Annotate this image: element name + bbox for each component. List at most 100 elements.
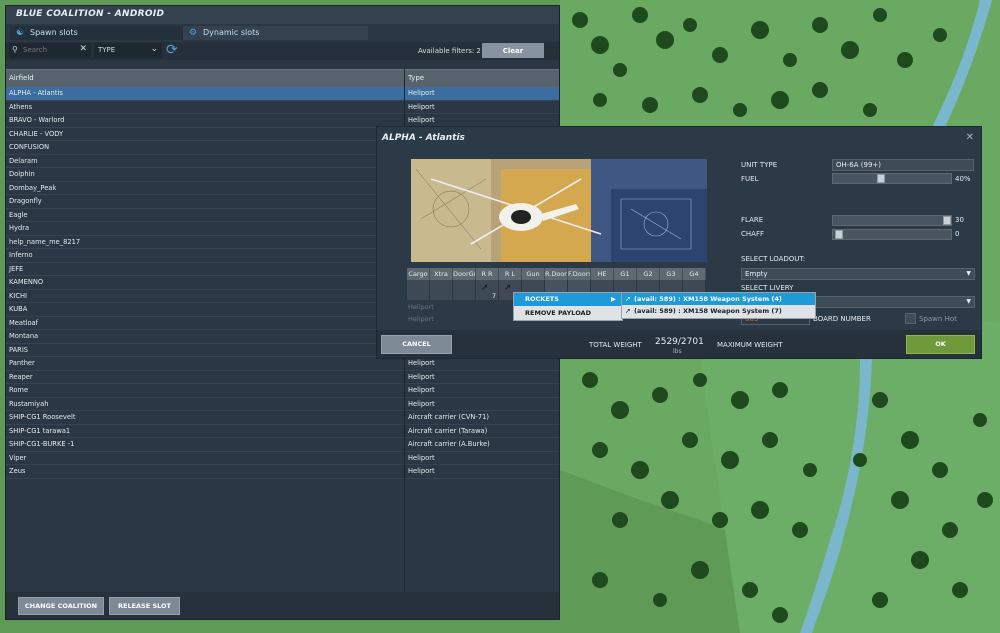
airfield-name: Hydra — [9, 224, 30, 232]
window-title: BLUE COALITION - ANDROID — [16, 9, 165, 19]
loadout-dialog: ALPHA - Atlantis ✕ CargoXtraDoorGunR R➚7… — [376, 126, 982, 359]
airfield-name: KICHI — [9, 291, 28, 300]
airfield-name: CONFUSION — [9, 143, 50, 151]
fuel-slider-thumb[interactable] — [877, 174, 885, 183]
submenu-item-xm158-7[interactable]: ➚ (avail: 589) : XM158 Weapon System (7) — [622, 305, 815, 317]
airfield-name: Inferno — [9, 251, 33, 259]
table-row[interactable]: Rome Heliport — [6, 384, 559, 398]
menu-item-rockets[interactable]: ROCKETS ▶ — [514, 293, 622, 306]
search-icon: ⚲ — [12, 45, 18, 54]
spawn-hot-checkbox[interactable] — [905, 313, 916, 324]
flare-value: 30 — [955, 216, 964, 224]
airfield-name: Panther — [9, 359, 35, 367]
select-loadout-label: SELECT LOADOUT: — [741, 255, 806, 263]
flare-slider[interactable] — [832, 215, 952, 226]
tab-label: Dynamic slots — [203, 28, 260, 37]
chaff-value: 0 — [955, 230, 960, 238]
submenu-item-xm158-4[interactable]: ➚ (avail: 589) : XM158 Weapon System (4) — [622, 293, 815, 305]
loadout-select[interactable]: Empty ▼ — [741, 268, 975, 280]
airfield-name: Dolphin — [9, 170, 35, 178]
tab-spawn-slots[interactable]: ☯ Spawn slots — [10, 26, 195, 40]
faded-row-text: Heliport — [408, 303, 434, 311]
airfield-name: CHARLIE - VODY — [9, 129, 64, 138]
tab-bar: ☯ Spawn slots ⚙ Dynamic slots — [6, 24, 559, 42]
available-filters: Available filters: 2 — [418, 47, 481, 55]
payload-context-menu: ROCKETS ▶ REMOVE PAYLOAD — [513, 292, 623, 321]
menu-item-label: ROCKETS — [525, 295, 559, 303]
airfield-name: Rustamiyah — [9, 399, 49, 408]
clear-button[interactable]: Clear — [482, 43, 544, 58]
table-row[interactable]: Viper Heliport — [6, 452, 559, 465]
chaff-label: CHAFF — [741, 230, 764, 238]
slot-header: F.Doors — [568, 268, 591, 280]
slot-header: Xtra — [430, 268, 453, 280]
cancel-button[interactable]: CANCEL — [381, 335, 452, 354]
weight-unit: lbs — [673, 348, 682, 355]
release-slot-button[interactable]: RELEASE SLOT — [109, 597, 180, 615]
airfield-type: Heliport — [408, 386, 435, 394]
slot-header: HE — [591, 268, 614, 280]
col-airfield[interactable]: Airfield — [9, 74, 34, 82]
airfield-name: BRAVO - Warlord — [9, 116, 65, 124]
table-row[interactable]: SHIP-CG1-BURKE -1 Aircraft carrier (A.Bur… — [6, 438, 559, 452]
airfield-name: JEFE — [9, 264, 24, 273]
table-row[interactable]: ALPHA - Atlantis Heliport — [6, 87, 559, 101]
search-box: ⚲ ✕ — [9, 43, 91, 58]
airfield-name: Montana — [9, 332, 39, 340]
rockets-submenu: ➚ (avail: 589) : XM158 Weapon System (4)… — [621, 292, 816, 319]
flare-label: FLARE — [741, 216, 764, 224]
filter-bar: ⚲ ✕ TYPE ⌄ ⟳ Available filters: 2 Clear — [6, 42, 559, 60]
total-weight-label: TOTAL WEIGHT — [589, 341, 642, 349]
airfield-type: Aircraft carrier (CVN-71) — [408, 413, 489, 421]
submenu-item-label: (avail: 589) : XM158 Weapon System (7) — [634, 307, 782, 315]
chevron-down-icon: ▼ — [966, 298, 971, 305]
menu-item-remove-payload[interactable]: REMOVE PAYLOAD — [514, 307, 622, 320]
airfield-type: Heliport — [408, 453, 435, 462]
airfield-type: Heliport — [408, 399, 435, 408]
airfield-type: Aircraft carrier (A.Burke) — [408, 440, 490, 448]
airfield-name: Eagle — [9, 210, 28, 219]
airfield-type: Heliport — [408, 372, 435, 381]
slot-cell[interactable] — [430, 280, 453, 300]
table-row[interactable]: SHIP-CG1 tarawa1 Aircraft carrier (Tarawa… — [6, 425, 559, 438]
chaff-slider[interactable] — [832, 229, 952, 240]
slot-header: G2 — [637, 268, 660, 280]
slot-cell[interactable] — [453, 280, 476, 300]
close-icon[interactable]: ✕ — [966, 132, 974, 143]
total-weight-value: 2529/2701 — [655, 337, 704, 347]
slot-header: G4 — [683, 268, 706, 280]
flare-slider-thumb[interactable] — [943, 216, 951, 225]
airfield-name: Viper — [9, 453, 27, 462]
rocket-icon: ➚ — [625, 307, 631, 315]
type-select[interactable]: TYPE ⌄ — [94, 43, 162, 58]
airfield-name: help_name_me_8217 — [9, 237, 81, 246]
search-input[interactable] — [23, 45, 79, 55]
col-type[interactable]: Type — [408, 74, 424, 82]
change-coalition-button[interactable]: CHANGE COALITION — [18, 597, 104, 615]
table-row[interactable]: Reaper Heliport — [6, 371, 559, 384]
airfield-name: Zeus — [9, 467, 26, 475]
airfield-type: Heliport — [408, 467, 435, 475]
refresh-icon[interactable]: ⟳ — [166, 42, 178, 58]
unit-type-label: UNIT TYPE — [741, 161, 778, 169]
fuel-slider[interactable] — [832, 173, 952, 184]
table-row[interactable]: Athens Heliport — [6, 101, 559, 114]
people-icon: ☯ — [16, 28, 25, 38]
table-row[interactable]: SHIP-CG1 Roosevelt Aircraft carrier (CVN-… — [6, 411, 559, 425]
rocket-pod-icon: ➚ — [481, 283, 489, 293]
unit-type-field[interactable]: OH-6A (99+) — [832, 159, 974, 171]
slot-header: Cargo — [407, 268, 430, 280]
slot-cell[interactable]: ➚ 7 — [476, 280, 499, 300]
table-row[interactable]: Panther Heliport — [6, 357, 559, 371]
table-row[interactable]: Zeus Heliport — [6, 465, 559, 479]
ok-button[interactable]: OK — [906, 335, 975, 354]
tab-dynamic-slots[interactable]: ⚙ Dynamic slots — [183, 26, 368, 40]
slot-cell[interactable] — [407, 280, 430, 300]
slot-header: G1 — [614, 268, 637, 280]
table-row[interactable]: Rustamiyah Heliport — [6, 398, 559, 411]
clear-search-icon[interactable]: ✕ — [79, 44, 87, 54]
board-number-label: BOARD NUMBER — [813, 315, 871, 323]
chaff-slider-thumb[interactable] — [835, 230, 843, 239]
slot-header: R R — [476, 268, 499, 280]
chevron-down-icon: ⌄ — [150, 44, 158, 54]
